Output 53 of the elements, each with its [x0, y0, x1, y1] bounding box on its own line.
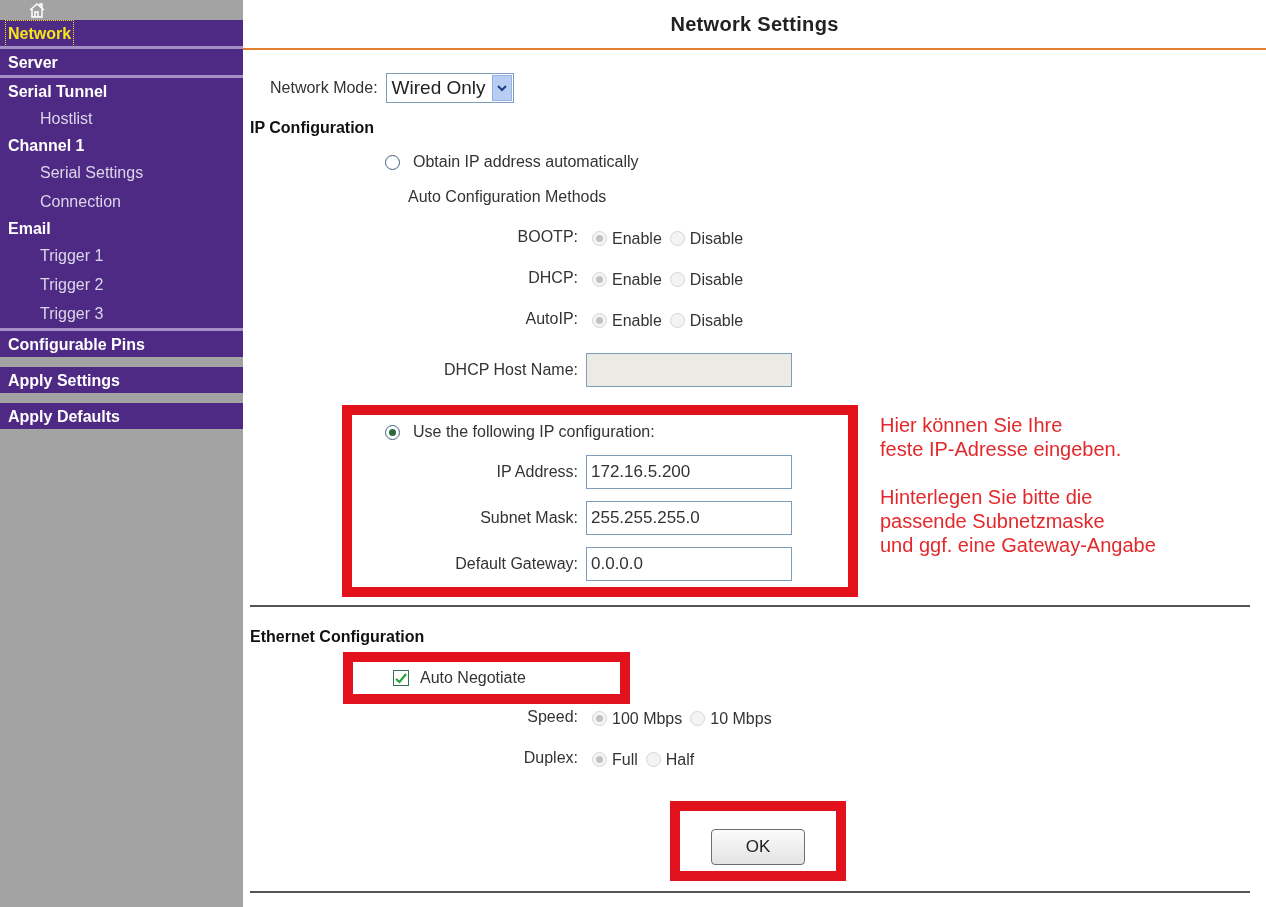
text-field[interactable]: 255.255.255.0	[586, 501, 792, 535]
option-label: 10 Mbps	[710, 709, 772, 728]
sidebar-subitem[interactable]: Connection	[40, 187, 121, 216]
sidebar-item[interactable]: Apply Defaults	[6, 404, 122, 429]
home-icon[interactable]	[28, 2, 46, 18]
sidebar-subitem[interactable]: Serial Settings	[40, 158, 144, 187]
sidebar-item[interactable]: Apply Settings	[6, 368, 122, 393]
ok-button[interactable]: OK	[711, 829, 805, 865]
sidebar-subitem[interactable]: Trigger 2	[40, 270, 104, 299]
option-label: Disable	[689, 270, 744, 289]
option-label: Enable	[612, 311, 662, 330]
section-heading: IP Configuration	[250, 119, 375, 137]
text-field[interactable]: 0.0.0.0	[586, 547, 792, 581]
sidebar-item[interactable]: Network	[6, 21, 74, 46]
option-label: Enable	[612, 270, 662, 289]
sidebar-subitem[interactable]: Trigger 3	[40, 299, 104, 328]
field-label: Default Gateway:	[454, 555, 578, 573]
sidebar-item[interactable]: Channel 1	[6, 133, 87, 158]
text-field[interactable]: 172.16.5.200	[586, 455, 792, 489]
checkbox-label: Auto Negotiate	[420, 669, 526, 687]
chevron-down-icon	[496, 84, 507, 92]
option-label: Disable	[689, 311, 744, 330]
field-label: Network Mode:	[270, 79, 378, 97]
sidebar-item[interactable]: Serial Tunnel	[6, 79, 110, 104]
option-label: Use the following IP configuration:	[413, 423, 655, 441]
option-label: Disable	[689, 229, 744, 248]
field-label: Speed:	[526, 707, 578, 726]
field-label: BOOTP:	[516, 227, 578, 246]
subsection-label: Auto Configuration Methods	[408, 188, 607, 206]
annotation-note: Hier können Sie Ihre feste IP-Adresse eingeben.	[880, 413, 1123, 461]
field-label: DHCP:	[527, 268, 578, 287]
field-label: AutoIP:	[524, 309, 578, 328]
network-mode-dropdown[interactable]: Wired Only	[385, 73, 514, 103]
sidebar-subitem[interactable]: Hostlist	[40, 104, 93, 133]
option-label: Half	[665, 750, 695, 769]
section-heading: Ethernet Configuration	[250, 628, 425, 646]
option-label: 100 Mbps	[612, 709, 683, 728]
annotation-note: Hinterlegen Sie bitte die passende Subnetzmaske und ggf. eine Gateway-Angabe	[880, 485, 1156, 557]
sidebar-item[interactable]: Server	[6, 50, 60, 75]
page-title: Network Settings	[670, 12, 839, 36]
option-label: Full	[612, 750, 638, 769]
option-label: Enable	[612, 229, 662, 248]
sidebar-subitem[interactable]: Trigger 1	[40, 241, 104, 270]
checkbox[interactable]	[393, 670, 409, 686]
field-label: IP Address:	[495, 463, 578, 481]
radio-button[interactable]	[385, 154, 400, 170]
option-label: Obtain IP address automatically	[413, 153, 639, 171]
field-label: Duplex:	[522, 748, 578, 767]
sidebar-item[interactable]: Email	[6, 216, 53, 241]
sidebar-item[interactable]: Configurable Pins	[6, 332, 147, 357]
field-label: Subnet Mask:	[479, 509, 578, 527]
radio-button[interactable]	[385, 424, 400, 440]
field-label: DHCP Host Name:	[443, 361, 578, 379]
